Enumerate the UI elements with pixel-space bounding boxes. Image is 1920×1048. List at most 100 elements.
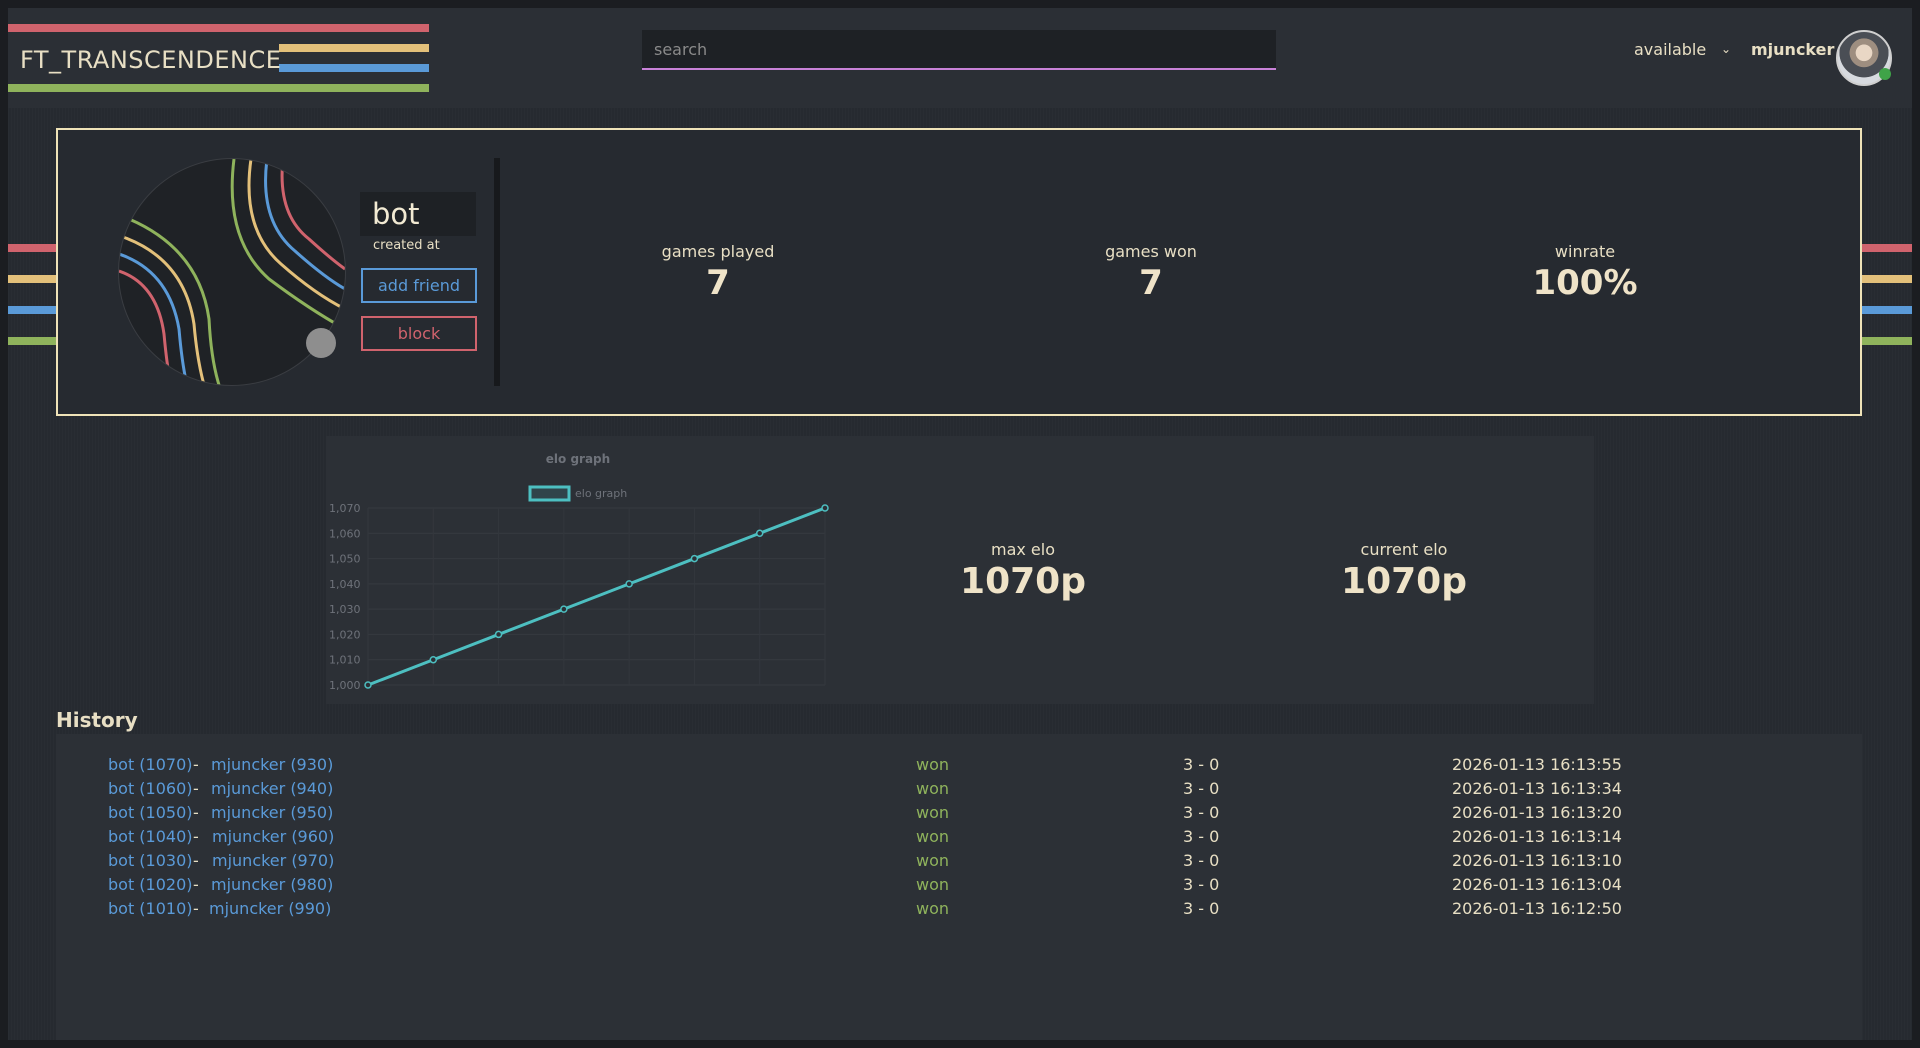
current-elo-stat: current elo 1070p [1284, 540, 1524, 602]
logo-stripe-red [8, 24, 429, 32]
match-result: won [916, 875, 950, 894]
data-point[interactable] [821, 504, 829, 512]
history-row: bot (1060) - mjuncker (940) won 3 - 0 2026-01… [56, 779, 1862, 803]
player-one-link[interactable]: bot (1050) [108, 803, 193, 822]
stat-label: games won [1105, 242, 1197, 261]
data-point[interactable] [690, 554, 699, 563]
player-two-link[interactable]: mjuncker (960) [212, 827, 334, 846]
y-tick-label: 1,070 [329, 502, 361, 515]
match-date: 2026-01-13 16:13:55 [1452, 755, 1622, 774]
match-score: 3 - 0 [1183, 803, 1220, 822]
profile-divider [494, 158, 500, 386]
match-date: 2026-01-13 16:13:04 [1452, 875, 1622, 894]
match-result: won [916, 779, 950, 798]
history-row: bot (1070) - mjuncker (930) won 3 - 0 2026-01… [56, 755, 1862, 779]
legend-swatch [528, 485, 571, 502]
chevron-down-icon[interactable]: ⌄ [1721, 42, 1731, 56]
left-stripe-yellow [8, 275, 56, 283]
profile-status-icon [306, 328, 336, 358]
created-at-label: created at [373, 238, 440, 253]
y-tick-label: 1,000 [329, 679, 361, 692]
data-point[interactable] [755, 529, 764, 538]
current-elo-value: 1070p [1341, 561, 1467, 602]
player-two-link[interactable]: mjuncker (980) [211, 875, 333, 894]
match-separator: - [193, 899, 199, 918]
right-stripe-green [1862, 337, 1912, 345]
stat-games-played: games played 7 [598, 242, 838, 303]
match-score: 3 - 0 [1183, 755, 1220, 774]
y-tick-label: 1,060 [329, 527, 361, 540]
player-one-link[interactable]: bot (1070) [108, 755, 193, 774]
match-date: 2026-01-13 16:13:14 [1452, 827, 1622, 846]
left-stripe-green [8, 337, 56, 345]
history-row: bot (1030) - mjuncker (970) won 3 - 0 2026-01… [56, 851, 1862, 875]
stat-value: 7 [706, 263, 730, 303]
logo-stripe-blue [279, 64, 429, 72]
right-stripe-blue [1862, 306, 1912, 314]
username[interactable]: mjuncker [1751, 40, 1834, 59]
player-two-link[interactable]: mjuncker (950) [211, 803, 333, 822]
data-point[interactable] [429, 655, 438, 664]
match-score: 3 - 0 [1183, 779, 1220, 798]
match-separator: - [193, 875, 199, 894]
match-result: won [916, 827, 950, 846]
match-result: won [916, 803, 950, 822]
stat-label: games played [661, 242, 775, 261]
elo-chart: elo graph elo graph 1,000 1,010 1,020 1,030… [329, 452, 829, 692]
current-elo-label: current elo [1360, 540, 1448, 559]
player-one-link[interactable]: bot (1030) [108, 851, 193, 870]
legend-label[interactable]: elo graph [575, 487, 627, 500]
match-result: won [916, 755, 950, 774]
add-friend-button[interactable]: add friend [361, 268, 477, 303]
player-one-link[interactable]: bot (1020) [108, 875, 193, 894]
match-separator: - [193, 851, 199, 870]
block-button[interactable]: block [361, 316, 477, 351]
profile-name: bot [360, 192, 476, 236]
player-one-link[interactable]: bot (1060) [108, 779, 193, 798]
match-date: 2026-01-13 16:12:50 [1452, 899, 1622, 918]
match-separator: - [193, 755, 199, 774]
y-tick-label: 1,030 [329, 603, 361, 616]
player-two-link[interactable]: mjuncker (990) [209, 899, 331, 918]
match-date: 2026-01-13 16:13:20 [1452, 803, 1622, 822]
data-point[interactable] [364, 681, 372, 689]
y-tick-label: 1,050 [329, 553, 361, 566]
right-stripe-yellow [1862, 275, 1912, 283]
match-separator: - [193, 827, 199, 846]
stat-label: winrate [1554, 242, 1616, 261]
data-point[interactable] [625, 580, 633, 588]
stat-games-won: games won 7 [1031, 242, 1271, 303]
player-one-link[interactable]: bot (1010) [108, 899, 193, 918]
status-select[interactable]: available [1634, 40, 1706, 59]
data-point[interactable] [494, 630, 503, 639]
history-title: History [56, 708, 138, 732]
right-stripe-red [1862, 244, 1912, 252]
search-input[interactable] [642, 30, 1276, 70]
player-two-link[interactable]: mjuncker (940) [211, 779, 333, 798]
match-score: 3 - 0 [1183, 827, 1220, 846]
history-row: bot (1040) - mjuncker (960) won 3 - 0 2026-01… [56, 827, 1862, 851]
chart-title: elo graph [546, 452, 610, 466]
match-score: 3 - 0 [1183, 875, 1220, 894]
history-row: bot (1020) - mjuncker (980) won 3 - 0 2026-01… [56, 875, 1862, 899]
player-two-link[interactable]: mjuncker (970) [212, 851, 334, 870]
left-stripe-red [8, 244, 56, 252]
stat-value: 100% [1532, 263, 1638, 303]
player-two-link[interactable]: mjuncker (930) [211, 755, 333, 774]
max-elo-value: 1070p [960, 561, 1086, 602]
match-date: 2026-01-13 16:13:34 [1452, 779, 1622, 798]
match-separator: - [193, 803, 199, 822]
data-point[interactable] [560, 605, 568, 613]
y-tick-label: 1,020 [329, 628, 361, 641]
player-one-link[interactable]: bot (1040) [108, 827, 193, 846]
stat-value: 7 [1139, 263, 1163, 303]
history-row: bot (1010) - mjuncker (990) won 3 - 0 2026-01… [56, 899, 1862, 923]
logo-stripe-green [8, 84, 429, 92]
match-score: 3 - 0 [1183, 899, 1220, 918]
app-logo[interactable]: FT_TRANSCENDENCE [20, 46, 281, 74]
left-stripe-blue [8, 306, 56, 314]
history-table: bot (1070) - mjuncker (930) won 3 - 0 2026-01… [56, 734, 1862, 1040]
match-date: 2026-01-13 16:13:10 [1452, 851, 1622, 870]
stat-winrate: winrate 100% [1465, 242, 1705, 303]
match-result: won [916, 851, 950, 870]
